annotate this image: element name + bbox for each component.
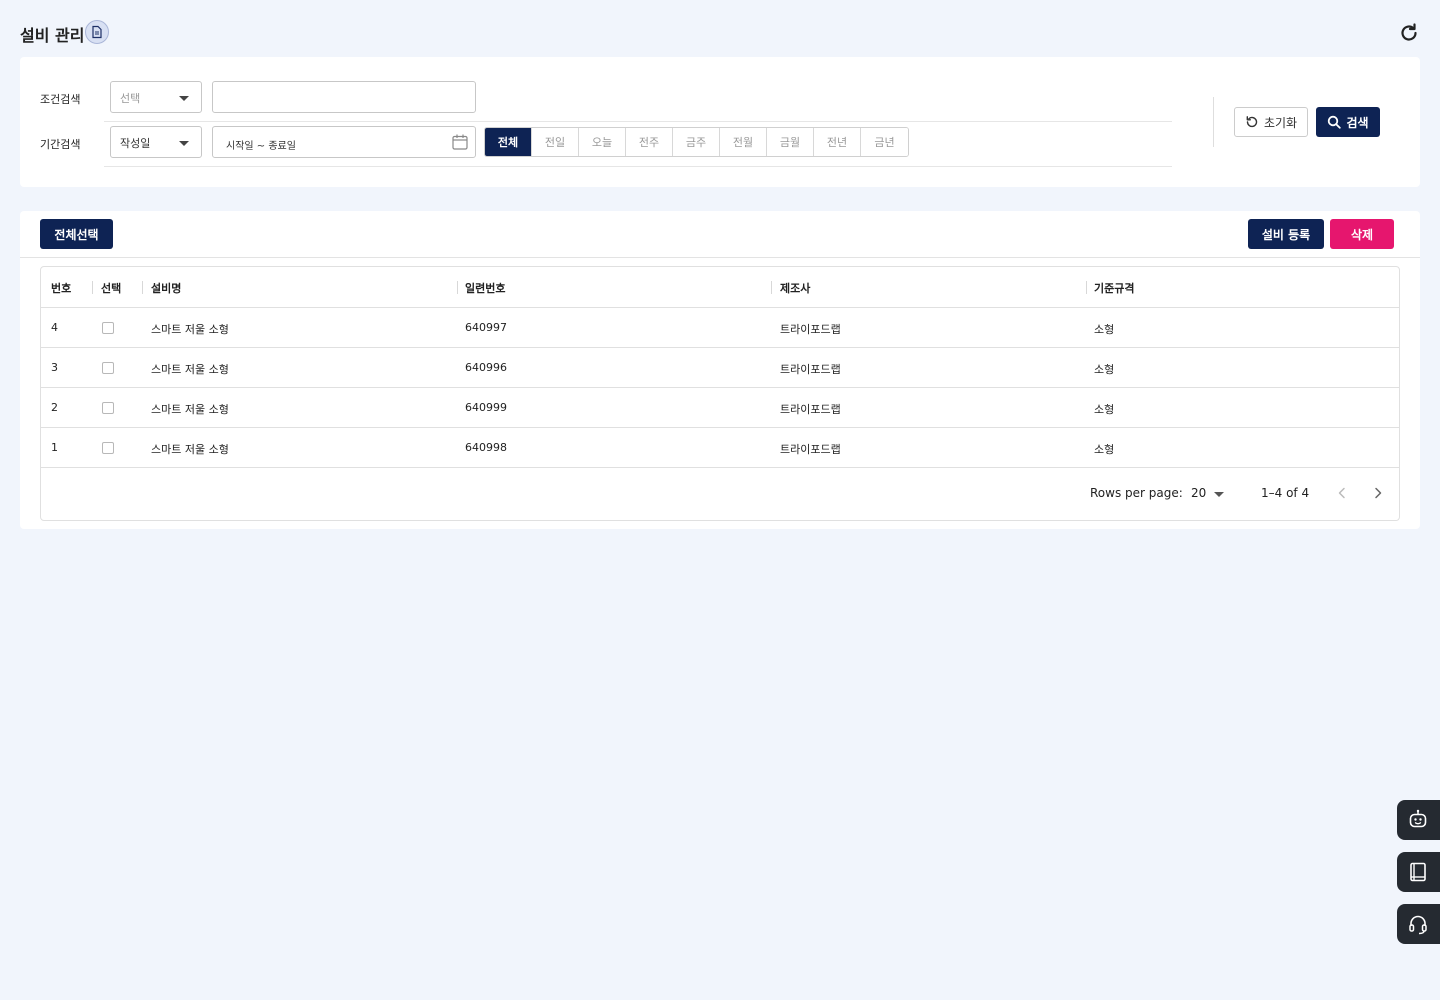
- period-btn-all[interactable]: 전체: [485, 128, 532, 156]
- chevron-left-icon[interactable]: [1335, 486, 1349, 500]
- column-separator: [1086, 281, 1087, 294]
- cell-maker: 트라이포드랩: [780, 403, 841, 416]
- cell-no: 1: [51, 441, 58, 454]
- condition-select[interactable]: 선택: [110, 81, 202, 113]
- row-checkbox[interactable]: [102, 322, 114, 334]
- column-separator: [92, 281, 93, 294]
- cell-spec: 소형: [1094, 363, 1115, 376]
- row-checkbox[interactable]: [102, 402, 114, 414]
- table-header: 번호 선택 설비명 일련번호 제조사 기준규격: [41, 267, 1399, 308]
- equipment-list-panel: 전체선택 설비 등록 삭제 번호 선택 설비명 일련번호 제조사 기준규격 4 …: [20, 211, 1420, 529]
- chevron-down-icon: [179, 141, 189, 146]
- condition-search-input[interactable]: [212, 81, 476, 113]
- condition-select-value: 선택: [120, 92, 141, 105]
- chevron-right-icon[interactable]: [1371, 486, 1385, 500]
- table-row[interactable]: 3 스마트 저울 소형 640996 트라이포드랩 소형: [41, 348, 1399, 388]
- refresh-icon[interactable]: [1398, 22, 1420, 44]
- search-button-label: 검색: [1346, 115, 1369, 130]
- cell-maker: 트라이포드랩: [780, 323, 841, 336]
- cell-serial: 640997: [465, 321, 507, 334]
- page-range-text: 1–4 of 4: [1261, 486, 1310, 500]
- cell-name[interactable]: 스마트 저울 소형: [151, 361, 229, 377]
- select-all-button[interactable]: 전체선택: [40, 219, 113, 249]
- rows-per-page-value: 20: [1191, 486, 1207, 500]
- period-search-label: 기간검색: [40, 138, 81, 151]
- register-equipment-button[interactable]: 설비 등록: [1248, 219, 1324, 249]
- cell-serial: 640998: [465, 441, 507, 454]
- column-separator: [457, 281, 458, 294]
- period-btn-yesterday[interactable]: 전일: [532, 128, 579, 156]
- row-divider: [104, 121, 1172, 122]
- period-button-group: 전체 전일 오늘 전주 금주 전월 금월 전년 금년: [484, 127, 909, 157]
- column-separator: [771, 281, 772, 294]
- cell-spec: 소형: [1094, 323, 1115, 336]
- manual-button[interactable]: [1397, 852, 1440, 892]
- cell-maker: 트라이포드랩: [780, 363, 841, 376]
- equipment-table: 번호 선택 설비명 일련번호 제조사 기준규격 4 스마트 저울 소형 6409…: [40, 266, 1400, 521]
- reset-button-label: 초기화: [1263, 115, 1298, 130]
- date-range-input[interactable]: 시작일 ~ 종료일: [212, 126, 476, 158]
- cell-spec: 소형: [1094, 443, 1115, 456]
- column-header-no[interactable]: 번호: [51, 280, 71, 296]
- cell-spec: 소형: [1094, 403, 1115, 416]
- page-header: 설비 관리: [20, 20, 1420, 46]
- period-btn-today[interactable]: 오늘: [579, 128, 626, 156]
- calendar-icon[interactable]: [451, 133, 469, 151]
- manual-book-icon: [1410, 862, 1426, 882]
- period-btn-this-year[interactable]: 금년: [861, 128, 908, 156]
- period-type-select[interactable]: 작성일: [110, 126, 202, 158]
- vertical-divider: [1213, 97, 1214, 147]
- cell-no: 4: [51, 321, 58, 334]
- support-button[interactable]: [1397, 904, 1440, 944]
- cell-name[interactable]: 스마트 저울 소형: [151, 441, 229, 457]
- table-row[interactable]: 4 스마트 저울 소형 640997 트라이포드랩 소형: [41, 308, 1399, 348]
- cell-name[interactable]: 스마트 저울 소형: [151, 401, 229, 417]
- row-checkbox[interactable]: [102, 362, 114, 374]
- cell-maker: 트라이포드랩: [780, 443, 841, 456]
- column-separator: [142, 281, 143, 294]
- rows-per-page-select[interactable]: 20: [1191, 486, 1231, 500]
- toolbar-divider: [20, 257, 1420, 258]
- chatbot-icon: [1409, 809, 1427, 828]
- condition-search-label: 조건검색: [40, 93, 81, 106]
- period-btn-last-week[interactable]: 전주: [626, 128, 673, 156]
- cell-no: 2: [51, 401, 58, 414]
- cell-serial: 640996: [465, 361, 507, 374]
- chevron-down-icon: [1214, 492, 1224, 497]
- page-title: 설비 관리: [20, 26, 85, 45]
- table-row[interactable]: 2 스마트 저울 소형 640999 트라이포드랩 소형: [41, 388, 1399, 428]
- reset-button[interactable]: 초기화: [1234, 107, 1308, 137]
- column-header-spec[interactable]: 기준규격: [1094, 280, 1134, 296]
- period-type-select-value: 작성일: [120, 137, 151, 150]
- document-icon[interactable]: [85, 20, 109, 44]
- row-checkbox[interactable]: [102, 442, 114, 454]
- rows-per-page-label: Rows per page:: [1090, 486, 1183, 500]
- search-icon: [1328, 115, 1342, 129]
- pagination: Rows per page: 20 1–4 of 4: [41, 468, 1399, 520]
- row-divider: [104, 166, 1172, 167]
- cell-no: 3: [51, 361, 58, 374]
- date-range-placeholder: 시작일 ~ 종료일: [226, 141, 296, 152]
- search-button[interactable]: 검색: [1316, 107, 1380, 137]
- cell-serial: 640999: [465, 401, 507, 414]
- column-header-name[interactable]: 설비명: [151, 280, 181, 296]
- column-header-maker[interactable]: 제조사: [780, 280, 810, 296]
- chatbot-button[interactable]: [1397, 800, 1440, 840]
- chevron-down-icon: [179, 96, 189, 101]
- period-btn-this-month[interactable]: 금월: [767, 128, 814, 156]
- cell-name[interactable]: 스마트 저울 소형: [151, 321, 229, 337]
- delete-button[interactable]: 삭제: [1330, 219, 1394, 249]
- column-header-serial[interactable]: 일련번호: [465, 280, 505, 296]
- period-btn-this-week[interactable]: 금주: [673, 128, 720, 156]
- period-btn-last-month[interactable]: 전월: [720, 128, 767, 156]
- reset-icon: [1246, 116, 1258, 128]
- headset-support-icon: [1409, 915, 1427, 935]
- column-header-select[interactable]: 선택: [101, 280, 121, 296]
- period-btn-last-year[interactable]: 전년: [814, 128, 861, 156]
- table-row[interactable]: 1 스마트 저울 소형 640998 트라이포드랩 소형: [41, 428, 1399, 468]
- search-panel: 조건검색 선택 기간검색 작성일 시작일 ~ 종료일 전체 전일 오늘 전주 금…: [20, 57, 1420, 187]
